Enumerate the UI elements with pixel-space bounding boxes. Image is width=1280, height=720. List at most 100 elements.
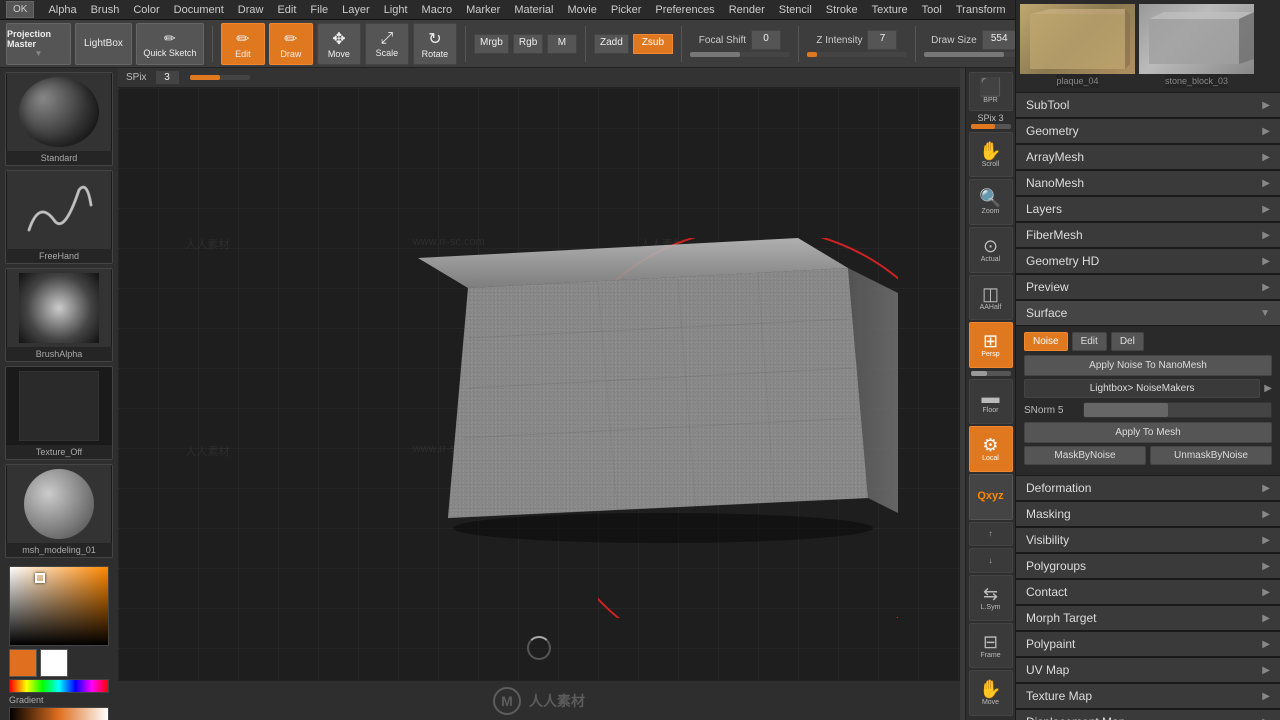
- texture-map-header[interactable]: Texture Map ▶: [1016, 683, 1280, 709]
- menu-item-stencil[interactable]: Stencil: [779, 4, 812, 16]
- plaque-thumbnail[interactable]: plaque_04: [1020, 4, 1135, 88]
- brush-slot-texture-off[interactable]: Texture_Off: [5, 366, 113, 460]
- menu-item-color[interactable]: Color: [133, 4, 159, 16]
- color-gradient-field[interactable]: [9, 566, 109, 646]
- draw-tool-btn[interactable]: ✏ Draw: [269, 23, 313, 65]
- brush-slot-freehand[interactable]: FreeHand: [5, 170, 113, 264]
- unmask-by-noise-btn[interactable]: UnmaskByNoise: [1150, 446, 1272, 465]
- deformation-header[interactable]: Deformation ▶: [1016, 475, 1280, 501]
- persp-btn[interactable]: ⊞ Persp: [969, 322, 1013, 368]
- hue-bar[interactable]: [9, 679, 109, 693]
- zsub-btn[interactable]: Zsub: [633, 34, 673, 54]
- visibility-arrow: ▶: [1262, 535, 1270, 546]
- menu-item-alpha[interactable]: Alpha: [48, 4, 76, 16]
- zoom-btn[interactable]: 🔍 Zoom: [969, 179, 1013, 225]
- quick-sketch-btn[interactable]: ✏ Quick Sketch: [136, 23, 204, 65]
- color-picker[interactable]: Gradient: [5, 562, 113, 720]
- arrow-down-btn[interactable]: ↓: [969, 548, 1013, 573]
- uv-map-header[interactable]: UV Map ▶: [1016, 657, 1280, 683]
- contact-header[interactable]: Contact ▶: [1016, 579, 1280, 605]
- menu-item-stroke[interactable]: Stroke: [826, 4, 858, 16]
- menu-item-tool[interactable]: Tool: [922, 4, 942, 16]
- menu-item-edit[interactable]: Edit: [277, 4, 296, 16]
- move-btn[interactable]: ✋ Move: [969, 670, 1013, 716]
- menu-item-layer[interactable]: Layer: [342, 4, 370, 16]
- nanomesh-header[interactable]: NanoMesh ▶: [1016, 170, 1280, 196]
- focal-shift-value[interactable]: 0: [751, 30, 781, 50]
- m-btn[interactable]: M: [547, 34, 577, 54]
- canvas-area[interactable]: 人人素材 www.rr-sc.com 人人素材 人人素材 www.rr-sc.c…: [118, 88, 960, 680]
- stone-thumbnail[interactable]: stone_block_03: [1139, 4, 1254, 88]
- fibermesh-header[interactable]: FiberMesh ▶: [1016, 222, 1280, 248]
- draw-size-value[interactable]: 554: [982, 30, 1017, 50]
- menu-ok-btn[interactable]: OK: [6, 1, 34, 18]
- menu-item-brush[interactable]: Brush: [91, 4, 120, 16]
- mask-by-noise-btn[interactable]: MaskByNoise: [1024, 446, 1146, 465]
- persp-slider[interactable]: [971, 371, 1011, 375]
- local-btn[interactable]: ⚙ Local: [969, 426, 1013, 472]
- displacement-map-header[interactable]: Displacement Map ▶: [1016, 709, 1280, 720]
- zoom-icon: 🔍: [979, 189, 1001, 207]
- mrgb-btn[interactable]: Mrgb: [474, 34, 509, 54]
- foreground-color-swatch[interactable]: [9, 649, 37, 677]
- xyz-btn[interactable]: Qxyz: [969, 474, 1013, 520]
- noise-btn[interactable]: Noise: [1024, 332, 1068, 351]
- actual-btn[interactable]: ⊙ Actual: [969, 227, 1013, 273]
- menu-item-marker[interactable]: Marker: [466, 4, 500, 16]
- scale-tool-btn[interactable]: ⤢ Scale: [365, 23, 409, 65]
- apply-noise-btn[interactable]: Apply Noise To NanoMesh: [1024, 355, 1272, 376]
- arraymesh-header[interactable]: ArrayMesh ▶: [1016, 144, 1280, 170]
- menu-item-movie[interactable]: Movie: [567, 4, 596, 16]
- visibility-header[interactable]: Visibility ▶: [1016, 527, 1280, 553]
- brush-slot-alpha[interactable]: BrushAlpha: [5, 268, 113, 362]
- projection-master-btn[interactable]: Projection Master ▼: [6, 23, 71, 65]
- preview-arrow: ▶: [1262, 282, 1270, 293]
- scroll-icon: ✋: [979, 142, 1001, 160]
- menu-item-file[interactable]: File: [310, 4, 328, 16]
- menu-item-render[interactable]: Render: [729, 4, 765, 16]
- rotate-tool-btn[interactable]: ↻ Rotate: [413, 23, 457, 65]
- frame-btn[interactable]: ⊟ Frame: [969, 623, 1013, 669]
- layers-header[interactable]: Layers ▶: [1016, 196, 1280, 222]
- bpr-btn[interactable]: ⬛ BPR: [969, 72, 1013, 111]
- menu-item-material[interactable]: Material: [514, 4, 553, 16]
- surface-header[interactable]: Surface ▼: [1016, 300, 1280, 326]
- menu-item-macro[interactable]: Macro: [422, 4, 453, 16]
- z-intensity-value[interactable]: 7: [867, 30, 897, 50]
- gradient-bar[interactable]: [9, 707, 109, 720]
- menu-item-draw[interactable]: Draw: [238, 4, 264, 16]
- menu-item-light[interactable]: Light: [384, 4, 408, 16]
- rgb-btn[interactable]: Rgb: [513, 34, 543, 54]
- edit-tool-btn[interactable]: ✏ Edit: [221, 23, 265, 65]
- subtool-header[interactable]: SubTool ▶: [1016, 92, 1280, 118]
- scroll-btn[interactable]: ✋ Scroll: [969, 132, 1013, 178]
- geometry-header-1[interactable]: Geometry ▶: [1016, 118, 1280, 144]
- menu-item-preferences[interactable]: Preferences: [655, 4, 714, 16]
- move-tool-btn[interactable]: ✥ Move: [317, 23, 361, 65]
- lsym-btn[interactable]: ⇆ L.Sym: [969, 575, 1013, 621]
- arrow-up-btn[interactable]: ↑: [969, 522, 1013, 547]
- background-color-swatch[interactable]: [40, 649, 68, 677]
- zadd-btn[interactable]: Zadd: [594, 34, 629, 54]
- menu-item-texture[interactable]: Texture: [872, 4, 908, 16]
- brush-slot-standard[interactable]: Standard: [5, 72, 113, 166]
- spix-value[interactable]: 3: [155, 70, 180, 85]
- menu-item-document[interactable]: Document: [174, 4, 224, 16]
- preview-header[interactable]: Preview ▶: [1016, 274, 1280, 300]
- floor-btn[interactable]: ▬ Floor: [969, 379, 1013, 425]
- morph-target-header[interactable]: Morph Target ▶: [1016, 605, 1280, 631]
- polygroups-header[interactable]: Polygroups ▶: [1016, 553, 1280, 579]
- polypaint-header[interactable]: Polypaint ▶: [1016, 631, 1280, 657]
- noisemarkers-btn[interactable]: Lightbox> NoiseMakers: [1024, 379, 1260, 398]
- apply-mesh-btn[interactable]: Apply To Mesh: [1024, 422, 1272, 443]
- edit-btn[interactable]: Edit: [1072, 332, 1107, 351]
- brush-slot-sphere[interactable]: msh_modeling_01: [5, 464, 113, 558]
- snorm-slider[interactable]: [1083, 402, 1272, 418]
- lightbox-btn[interactable]: LightBox: [75, 23, 132, 65]
- menu-item-picker[interactable]: Picker: [611, 4, 642, 16]
- aahalf-btn[interactable]: ◫ AAHalf: [969, 275, 1013, 321]
- geometry-hd-header[interactable]: Geometry HD ▶: [1016, 248, 1280, 274]
- masking-header[interactable]: Masking ▶: [1016, 501, 1280, 527]
- menu-item-transform[interactable]: Transform: [956, 4, 1006, 16]
- del-btn[interactable]: Del: [1111, 332, 1144, 351]
